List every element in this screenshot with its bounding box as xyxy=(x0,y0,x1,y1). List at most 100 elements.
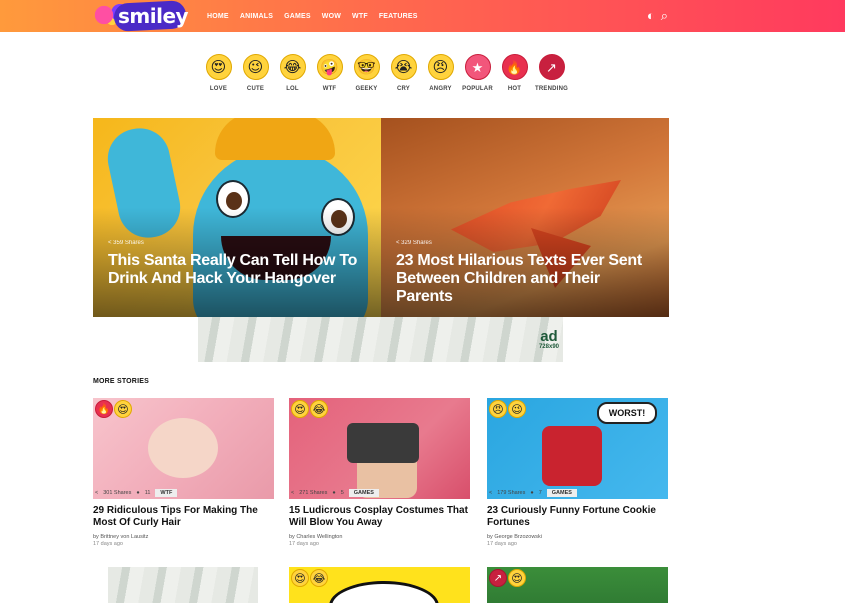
story-author[interactable]: by Brittney von Lausitz xyxy=(93,534,275,540)
wtf-icon: 🤪 xyxy=(316,54,343,80)
top-header: smiley HOME ANIMALS GAMES WOW WTF FEATUR… xyxy=(0,0,845,32)
reaction-label: POPULAR xyxy=(462,86,493,92)
reaction-bar: 😍 LOVE 😉 CUTE 😂 LOL 🤪 WTF 🤓 GEEKY 😭 CRY … xyxy=(200,54,570,92)
story-thumbnail[interactable]: 😍 😂 < 271 Shares ● 5 GAMES xyxy=(289,398,470,499)
main-nav: HOME ANIMALS GAMES WOW WTF FEATURES xyxy=(207,0,429,32)
reaction-badges: 🔥 😍 xyxy=(95,400,132,418)
reaction-label: TRENDING xyxy=(535,86,568,92)
reaction-hot[interactable]: 🔥 HOT xyxy=(496,54,533,92)
site-logo[interactable]: smiley xyxy=(92,0,196,32)
story-title[interactable]: 15 Ludicrous Cosplay Costumes That Will … xyxy=(289,505,469,529)
hero-post-2[interactable]: < 329 Shares 23 Most Hilarious Texts Eve… xyxy=(381,118,669,317)
ad-text: ad xyxy=(540,328,558,345)
speech-bubble: WORST! xyxy=(597,402,657,424)
share-icon: < xyxy=(95,490,99,496)
reaction-label: GEEKY xyxy=(355,86,378,92)
category-tag[interactable]: GAMES xyxy=(348,489,379,497)
story-author[interactable]: by Charles Wellington xyxy=(289,534,471,540)
hero-title[interactable]: 23 Most Hilarious Texts Ever Sent Betwee… xyxy=(396,252,656,306)
hero-post-1[interactable]: < 359 Shares This Santa Really Can Tell … xyxy=(93,118,381,317)
reaction-trending[interactable]: ↗ TRENDING xyxy=(533,54,570,92)
story-thumbnail[interactable]: WORST! 😠 😉 < 179 Shares ● 7 GAMES xyxy=(487,398,668,499)
ad-banner[interactable]: ad 728x90 xyxy=(198,317,563,362)
story-date: 17 days ago xyxy=(487,541,517,547)
reaction-label: LOVE xyxy=(209,86,228,92)
angry-icon: 😠 xyxy=(427,54,454,80)
trending-icon: ↗ xyxy=(538,54,565,80)
reaction-cry[interactable]: 😭 CRY xyxy=(385,54,422,92)
share-count: 271 Shares xyxy=(299,490,328,496)
cry-icon: 😭 xyxy=(390,54,417,80)
story-title[interactable]: 29 Ridiculous Tips For Making The Most O… xyxy=(93,505,273,529)
lol-icon: 😂 xyxy=(310,400,328,418)
comment-icon: ● xyxy=(332,490,336,496)
ad-size: 728x90 xyxy=(538,344,559,350)
nav-features[interactable]: FEATURES xyxy=(379,13,418,20)
reaction-angry[interactable]: 😠 ANGRY xyxy=(422,54,459,92)
baby-illustration xyxy=(148,418,218,478)
reaction-label: LOL xyxy=(286,86,299,92)
story-title[interactable]: 23 Curiously Funny Fortune Cookie Fortun… xyxy=(487,505,667,529)
category-tag[interactable]: WTF xyxy=(155,489,178,497)
share-count-text: 359 Shares xyxy=(113,240,144,246)
story-thumbnail-partial[interactable]: 😍 😂 xyxy=(289,567,470,603)
love-icon: 😍 xyxy=(508,569,526,587)
reaction-geeky[interactable]: 🤓 GEEKY xyxy=(348,54,385,92)
love-icon: 😍 xyxy=(114,400,132,418)
nav-games[interactable]: GAMES xyxy=(284,13,311,20)
story-meta: < 301 Shares ● 11 WTF xyxy=(93,487,178,499)
reaction-badges: 😍 😂 xyxy=(291,400,328,418)
love-icon: 😍 xyxy=(205,54,232,80)
lol-icon: 😂 xyxy=(279,54,306,80)
story-thumbnail[interactable]: 🔥 😍 < 301 Shares ● 11 WTF xyxy=(93,398,274,499)
share-count-text: 329 Shares xyxy=(401,240,432,246)
comment-icon: ● xyxy=(530,490,534,496)
vr-headset-illustration xyxy=(347,423,419,463)
reaction-badges: ↗ 😍 xyxy=(489,569,526,587)
reaction-label: CUTE xyxy=(246,86,265,92)
reaction-cute[interactable]: 😉 CUTE xyxy=(237,54,274,92)
category-tag[interactable]: GAMES xyxy=(546,489,577,497)
story-date: 17 days ago xyxy=(93,541,123,547)
love-icon: 😍 xyxy=(291,400,309,418)
story-author[interactable]: by George Brzozowski xyxy=(487,534,669,540)
comment-count: 7 xyxy=(538,490,542,496)
reaction-label: HOT xyxy=(507,86,522,92)
story-card[interactable]: 🔥 😍 < 301 Shares ● 11 WTF 29 Ridiculous … xyxy=(93,398,275,547)
reaction-popular[interactable]: ★ POPULAR xyxy=(459,54,496,92)
cute-icon: 😉 xyxy=(242,54,269,80)
lol-icon: 😂 xyxy=(310,569,328,587)
geeky-icon: 🤓 xyxy=(353,54,380,80)
share-count: 301 Shares xyxy=(103,490,132,496)
dark-mode-icon[interactable]: ◐ xyxy=(647,7,655,25)
hero-share-count: < 329 Shares xyxy=(396,240,432,246)
nav-wtf[interactable]: WTF xyxy=(352,13,368,20)
robot-illustration xyxy=(542,426,602,486)
hero-share-count: < 359 Shares xyxy=(108,240,144,246)
story-card[interactable]: 😍 😂 < 271 Shares ● 5 GAMES 15 Ludicrous … xyxy=(289,398,471,547)
flame-icon: 🔥 xyxy=(501,54,528,80)
reaction-label: WTF xyxy=(322,86,337,92)
story-card[interactable]: WORST! 😠 😉 < 179 Shares ● 7 GAMES 23 Cur… xyxy=(487,398,669,547)
love-icon: 😍 xyxy=(291,569,309,587)
share-icon: < xyxy=(489,490,493,496)
share-count: 179 Shares xyxy=(497,490,526,496)
story-thumbnail-partial[interactable]: ↗ 😍 xyxy=(487,567,668,603)
reaction-wtf[interactable]: 🤪 WTF xyxy=(311,54,348,92)
reaction-lol[interactable]: 😂 LOL xyxy=(274,54,311,92)
trending-icon: ↗ xyxy=(489,569,507,587)
nav-wow[interactable]: WOW xyxy=(322,13,341,20)
hero-title[interactable]: This Santa Really Can Tell How To Drink … xyxy=(108,252,368,288)
star-icon: ★ xyxy=(464,54,491,80)
share-icon: < xyxy=(291,490,295,496)
flame-icon: 🔥 xyxy=(95,400,113,418)
comment-count: 5 xyxy=(340,490,344,496)
reaction-love[interactable]: 😍 LOVE xyxy=(200,54,237,92)
search-icon[interactable]: ⌕ xyxy=(661,7,668,25)
story-thumbnail-partial[interactable] xyxy=(108,567,258,603)
comment-count: 11 xyxy=(144,490,151,496)
nav-home[interactable]: HOME xyxy=(207,13,229,20)
reaction-label: CRY xyxy=(396,86,411,92)
nav-animals[interactable]: ANIMALS xyxy=(240,13,273,20)
story-meta: < 179 Shares ● 7 GAMES xyxy=(487,487,577,499)
